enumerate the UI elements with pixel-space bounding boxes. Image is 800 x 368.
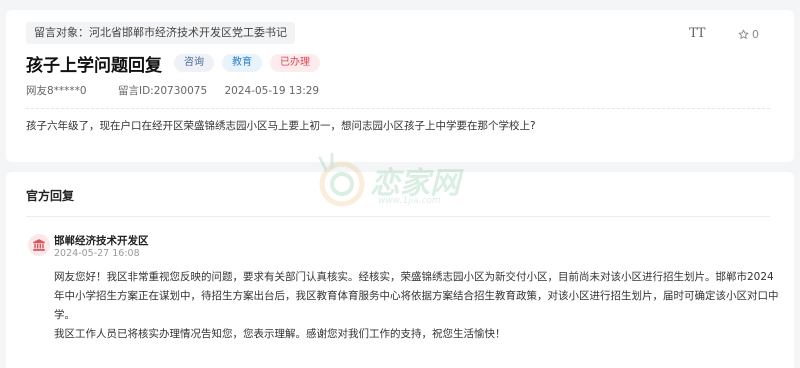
- question-card: 留言对象：河北省邯郸市经济技术开发区党工委书记 TT 0 孩子上学问题回复 咨询…: [6, 10, 794, 162]
- reply-card: 官方回复 邯郸经济技术开发区 2024-05-27 16:08 网友您好！我区非…: [6, 172, 794, 368]
- reply-time: 2024-05-27 16:08: [54, 248, 140, 259]
- message-id: 留言ID:20730075: [117, 85, 208, 97]
- meta-divider: [26, 108, 770, 109]
- reply-heading: 官方回复: [26, 189, 75, 203]
- department-name: 邯郸经济技术开发区: [54, 235, 149, 247]
- question-time: 2024-05-19 13:29: [224, 85, 320, 97]
- favorite-button[interactable]: 0: [738, 28, 759, 41]
- user-name: 网友8*****0: [26, 85, 87, 97]
- category-badge-consult: 咨询: [174, 54, 214, 72]
- star-icon: [738, 29, 749, 39]
- reply-paragraph: 我区工作人员已将核实办理情况告知您，您表示理解。感谢您对我们工作的支持，祝您生活…: [54, 328, 506, 340]
- page-title: 孩子上学问题回复: [26, 55, 162, 76]
- font-size-icon[interactable]: TT: [689, 26, 706, 41]
- reply-body: 网友您好！我区非常重视您反映的问题，要求有关部门认真核实。经核实，荣盛锦绣志园小…: [54, 268, 780, 344]
- reply-divider: [26, 216, 770, 217]
- message-target-tag: 留言对象：河北省邯郸市经济技术开发区党工委书记: [26, 22, 295, 44]
- question-meta: 网友8*****0 留言ID:20730075 2024-05-19 13:29: [26, 83, 319, 98]
- reply-paragraph: 网友您好！我区非常重视您反映的问题，要求有关部门认真核实。经核实，荣盛锦绣志园小…: [54, 271, 779, 321]
- question-content: 孩子六年级了，现在户口在经开区荣盛锦绣志园小区马上要上初一，想问志园小区孩子上中…: [26, 120, 536, 132]
- category-badge-education: 教育: [222, 54, 262, 72]
- status-badge: 已办理: [270, 54, 320, 72]
- government-building-icon: [28, 234, 50, 256]
- favorite-count: 0: [752, 28, 759, 41]
- title-row: 孩子上学问题回复 咨询 教育 已办理: [26, 50, 328, 76]
